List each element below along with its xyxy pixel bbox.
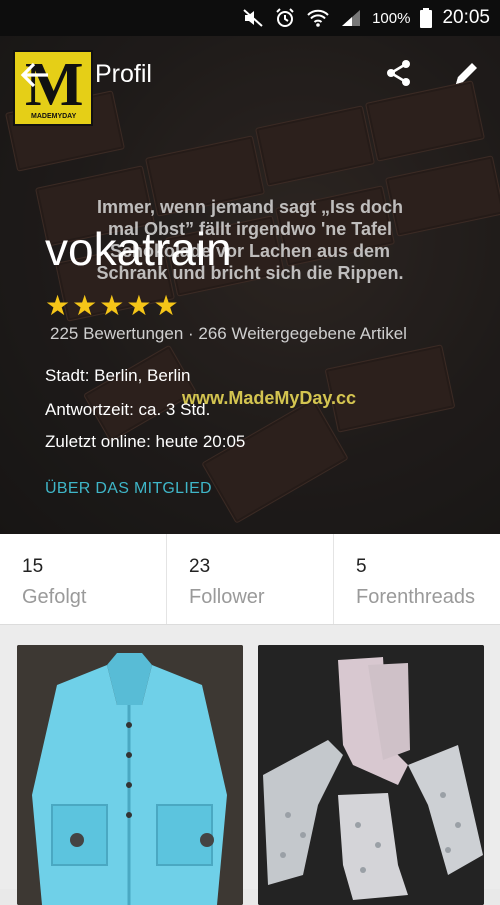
- ratings-summary[interactable]: 225 Bewertungen · 266 Weitergegebene Art…: [50, 324, 407, 344]
- star-icon: ★: [126, 290, 152, 321]
- star-icon: ★: [72, 290, 98, 321]
- star-icon: ★: [153, 290, 179, 321]
- share-button[interactable]: [384, 58, 414, 88]
- stat-label: Gefolgt: [22, 586, 87, 608]
- username: vokatrain: [45, 223, 232, 275]
- edit-button[interactable]: [452, 58, 482, 88]
- pencil-icon: [456, 63, 477, 84]
- last-online-info: Zuletzt online: heute 20:05: [45, 432, 246, 451]
- battery-icon: [420, 8, 433, 28]
- stat-count: 23: [189, 556, 211, 577]
- status-bar: 100% 20:05: [0, 0, 500, 36]
- alarm-icon: [274, 7, 296, 29]
- arrow-back-icon: [20, 62, 48, 88]
- signal-icon: [340, 8, 362, 28]
- about-member-link[interactable]: ÜBER DAS MITGLIED: [45, 480, 212, 498]
- stat-label: Forenthreads: [356, 586, 475, 608]
- app-bar: M MADEMYDAY Profil: [0, 36, 500, 126]
- stat-count: 5: [356, 556, 367, 577]
- city-info: Stadt: Berlin, Berlin: [45, 366, 191, 385]
- clock: 20:05: [442, 7, 490, 28]
- star-icon: ★: [45, 290, 71, 321]
- wifi-icon: [306, 8, 330, 28]
- stat-followers[interactable]: 23 Follower: [166, 534, 333, 624]
- socks-photo: [258, 645, 484, 905]
- stat-count: 15: [22, 556, 44, 577]
- stat-forum-threads[interactable]: 5 Forenthreads: [333, 534, 500, 624]
- profile-header: Immer, wenn jemand sagt „Iss doch mal Ob…: [0, 36, 500, 534]
- stat-following[interactable]: 15 Gefolgt: [0, 534, 166, 624]
- share-icon: [387, 60, 410, 86]
- stat-label: Follower: [189, 586, 265, 608]
- back-button[interactable]: [18, 58, 52, 92]
- mute-icon: [242, 8, 264, 28]
- page-title: Profil: [95, 60, 152, 88]
- rating-stars: ★ ★ ★ ★ ★: [45, 292, 179, 320]
- battery-percent: 100%: [372, 9, 411, 27]
- response-time-info: Antwortzeit: ca. 3 Std.: [45, 400, 211, 419]
- star-icon: ★: [99, 290, 125, 321]
- listing-card[interactable]: [17, 645, 243, 905]
- stats-bar: 15 Gefolgt 23 Follower 5 Forenthreads: [0, 534, 500, 624]
- listing-card[interactable]: [258, 645, 484, 905]
- listings-grid: [0, 624, 500, 905]
- coat-photo: [17, 645, 243, 905]
